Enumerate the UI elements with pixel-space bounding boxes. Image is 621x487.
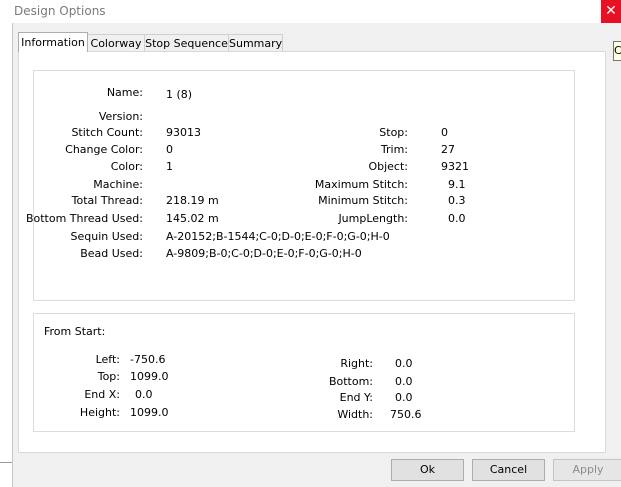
top-label: Top:: [97, 370, 120, 383]
close-button[interactable]: ✕: [601, 0, 621, 23]
top-value: 1099.0: [130, 370, 169, 383]
stitch-count-value: 93013: [166, 126, 201, 139]
tab-stop-sequence[interactable]: Stop Sequence: [144, 34, 229, 52]
tab-colorway[interactable]: Colorway: [87, 34, 145, 52]
trim-value: 27: [441, 143, 455, 156]
height-label: Height:: [79, 406, 120, 419]
background-window-edge: [0, 23, 13, 487]
jump-length-label: JumpLength:: [338, 212, 408, 225]
end-x-value: 0.0: [135, 388, 153, 401]
bead-used-label: Bead Used:: [80, 247, 143, 260]
object-label: Object:: [368, 160, 408, 173]
design-options-window: Design Options ✕ C Information Colorway …: [0, 0, 621, 487]
left-value: -750.6: [130, 353, 166, 366]
end-y-label: End Y:: [339, 391, 373, 404]
width-label: Width:: [337, 408, 373, 421]
stop-value: 0: [441, 126, 448, 139]
tooltip-fragment: C: [613, 41, 621, 61]
stop-label: Stop:: [379, 126, 408, 139]
right-label: Right:: [340, 357, 373, 370]
design-info-group: Name: 1 (8) Version: Stitch Count: 93013…: [26, 70, 575, 301]
information-panel: Name: 1 (8) Version: Stitch Count: 93013…: [18, 51, 606, 453]
total-thread-value: 218.19 m: [166, 194, 219, 207]
width-value: 750.6: [390, 408, 422, 421]
color-value: 1: [166, 160, 173, 173]
tab-summary[interactable]: Summary: [228, 34, 283, 52]
minimum-stitch-value: 0.3: [448, 194, 466, 207]
ok-button[interactable]: Ok: [391, 459, 464, 481]
end-y-value: 0.0: [395, 391, 413, 404]
title-bar: Design Options ✕: [0, 0, 621, 23]
end-x-label: End X:: [84, 388, 120, 401]
trim-label: Trim:: [380, 143, 408, 156]
height-value: 1099.0: [130, 406, 169, 419]
cancel-button[interactable]: Cancel: [472, 459, 545, 481]
name-label: Name:: [106, 86, 143, 99]
bottom-value: 0.0: [395, 375, 413, 388]
bottom-label: Bottom:: [328, 375, 373, 388]
sequin-used-label: Sequin Used:: [70, 230, 143, 243]
right-value: 0.0: [395, 357, 413, 370]
close-icon: ✕: [605, 3, 617, 19]
stitch-count-label: Stitch Count:: [71, 126, 143, 139]
tooltip-text: C: [614, 44, 621, 57]
window-title: Design Options: [14, 4, 106, 18]
maximum-stitch-value: 9.1: [448, 178, 466, 191]
left-label: Left:: [95, 353, 120, 366]
change-color-value: 0: [166, 143, 173, 156]
name-value: 1 (8): [166, 88, 193, 101]
maximum-stitch-label: Maximum Stitch:: [314, 178, 408, 191]
machine-label: Machine:: [93, 178, 143, 191]
tab-information[interactable]: Information: [18, 32, 88, 52]
from-start-heading: From Start:: [44, 325, 106, 338]
bottom-thread-value: 145.02 m: [166, 212, 219, 225]
from-start-group: From Start: Left: -750.6 Top: 1099.0 End…: [33, 313, 575, 432]
apply-button[interactable]: Apply: [553, 459, 621, 481]
total-thread-label: Total Thread:: [71, 194, 143, 207]
bottom-thread-label: Bottom Thread Used:: [25, 212, 143, 225]
minimum-stitch-label: Minimum Stitch:: [318, 194, 408, 207]
color-label: Color:: [110, 160, 143, 173]
bead-used-value: A-9809;B-0;C-0;D-0;E-0;F-0;G-0;H-0: [166, 247, 362, 260]
jump-length-value: 0.0: [448, 212, 466, 225]
object-value: 9321: [441, 160, 469, 173]
background-window-divider: [0, 462, 12, 463]
change-color-label: Change Color:: [65, 143, 143, 156]
sequin-used-value: A-20152;B-1544;C-0;D-0;E-0;F-0;G-0;H-0: [166, 230, 390, 243]
version-label: Version:: [98, 110, 143, 123]
